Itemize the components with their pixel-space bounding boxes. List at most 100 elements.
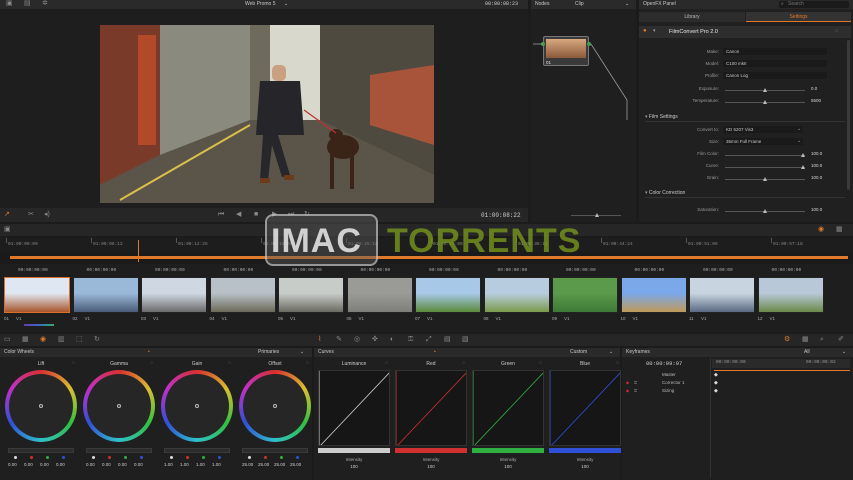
temperature-slider[interactable] — [725, 100, 805, 104]
go-first-icon[interactable]: ⏮ — [218, 211, 224, 219]
wheel-value[interactable]: 25.00 — [290, 462, 301, 467]
color-wheel-center[interactable] — [195, 404, 199, 408]
pen-icon[interactable]: ✐ — [838, 336, 844, 344]
kf-track-name[interactable]: Master — [662, 372, 676, 377]
tracker-icon[interactable]: ✜ — [372, 336, 378, 344]
curve-reset-icon[interactable]: ◌ — [616, 360, 619, 366]
camera-raw-icon[interactable]: ▭ — [4, 336, 11, 344]
wheel-value[interactable]: 0.00 — [134, 462, 143, 467]
saturation-slider[interactable] — [725, 209, 805, 213]
timeline-view-icon[interactable]: ▦ — [836, 226, 843, 234]
scissor-icon[interactable]: ✂ — [28, 211, 34, 219]
wheel-value[interactable]: 0.00 — [102, 462, 111, 467]
play-reverse-icon[interactable]: ◀ — [236, 211, 241, 219]
curve-graph[interactable] — [549, 370, 621, 446]
curve-intensity-value[interactable]: 100 — [471, 464, 545, 469]
film-color-value[interactable]: 100.0 — [811, 151, 822, 156]
clip-thumbnail[interactable] — [689, 277, 755, 313]
size-select[interactable]: 35mm Full Frame — [723, 138, 803, 145]
color-wheels-icon[interactable]: ◉ — [40, 336, 46, 344]
key-icon[interactable]: ⚿ — [408, 336, 413, 344]
curves-mode-chevron-icon[interactable]: ⌄ — [609, 348, 613, 357]
playhead[interactable] — [138, 240, 139, 262]
wheel-value[interactable]: 0.00 — [40, 462, 49, 467]
plugin-reset-icon[interactable]: ◌ — [835, 28, 838, 34]
convert-to-select[interactable]: KD 5207 Vis3 — [723, 126, 803, 133]
keyframes-filter[interactable]: All — [804, 348, 810, 357]
curves-icon[interactable]: ⌇ — [318, 336, 321, 344]
wheel-reset-icon[interactable]: ◌ — [150, 360, 153, 366]
kf-track-bullet-icon[interactable]: ◆ — [626, 388, 629, 393]
wheel-master-slider[interactable] — [8, 448, 74, 453]
curve-reset-icon[interactable]: ◌ — [385, 360, 388, 366]
curve-intensity-bar[interactable] — [472, 448, 544, 453]
wheel-value[interactable]: 0.00 — [8, 462, 17, 467]
sizing-icon[interactable]: ⤢ — [426, 336, 432, 344]
wheel-value[interactable]: 1.00 — [196, 462, 205, 467]
nodes-mode[interactable]: Clip — [575, 0, 584, 9]
keyframes-ruler[interactable]: 00:00:00:00 00:00:09:02 — [712, 359, 850, 368]
saturation-value[interactable]: 100.0 — [811, 207, 822, 212]
rgb-mixer-icon[interactable]: ▥ — [58, 336, 65, 344]
wheel-value[interactable]: 0.00 — [24, 462, 33, 467]
kf-marker-icon[interactable]: ◆ — [714, 388, 718, 394]
clip-thumbnail[interactable] — [415, 277, 481, 313]
curve-slider[interactable] — [725, 165, 805, 169]
wheel-master-slider[interactable] — [164, 448, 230, 453]
kf-track-lock-icon[interactable]: ⚿ — [634, 388, 637, 393]
color-wheel-center[interactable] — [39, 404, 43, 408]
openfx-tab-library[interactable]: Library — [639, 12, 745, 22]
color-correction-section[interactable]: ▾ Color Correction — [645, 190, 845, 198]
wheel-reset-icon[interactable]: ◌ — [228, 360, 231, 366]
viewer-wand-icon[interactable]: ✲ — [42, 0, 48, 8]
curve-value[interactable]: 100.0 — [811, 163, 822, 168]
wheel-value[interactable]: 1.00 — [164, 462, 173, 467]
grain-value[interactable]: 100.0 — [811, 175, 822, 180]
model-field[interactable]: C100 mkII — [723, 60, 827, 67]
curve-graph[interactable] — [318, 370, 390, 446]
exposure-value[interactable]: 0.0 — [811, 86, 817, 91]
clip-thumbnail[interactable] — [72, 277, 139, 313]
curve-intensity-value[interactable]: 100 — [317, 464, 391, 469]
kf-track-name[interactable]: Sizing — [662, 388, 674, 393]
clip-thumbnail[interactable] — [278, 277, 344, 313]
profile-field[interactable]: Canon Log — [723, 72, 827, 79]
wheel-value[interactable]: 25.00 — [274, 462, 285, 467]
convert-to-chevron-icon[interactable]: ⌄ — [797, 126, 801, 132]
plugin-expand-icon[interactable]: ▾ — [653, 28, 656, 34]
kf-track-name[interactable]: Corrector 1 — [662, 380, 685, 385]
kf-marker-icon[interactable]: ◆ — [714, 380, 718, 386]
curve-intensity-bar[interactable] — [318, 448, 390, 453]
plugin-header[interactable]: ● ▾ FilmConvert Pro 2.0 ◌ — [639, 26, 851, 38]
exposure-slider[interactable] — [725, 88, 805, 92]
clip-thumbnail[interactable] — [346, 277, 413, 313]
film-color-slider[interactable] — [725, 153, 805, 157]
blur-icon[interactable]: ◐ — [390, 336, 394, 344]
wheel-value[interactable]: 25.00 — [258, 462, 269, 467]
color-wheels-mode-chevron-icon[interactable]: ⌄ — [300, 348, 304, 357]
clip-thumbnail[interactable] — [552, 277, 618, 313]
zoom-icon[interactable]: ⌕ — [820, 336, 824, 344]
qualifier-icon[interactable]: ✎ — [336, 336, 342, 344]
clip-thumbnail[interactable] — [209, 277, 276, 313]
curve-graph[interactable] — [395, 370, 467, 446]
wheel-master-slider[interactable] — [86, 448, 152, 453]
motion-icon[interactable]: ⬚ — [76, 336, 83, 344]
size-chevron-icon[interactable]: ⌄ — [797, 138, 801, 144]
timeline-color-icon[interactable]: ◉ — [818, 226, 824, 234]
wheel-value[interactable]: 1.00 — [180, 462, 189, 467]
color-match-icon[interactable]: ▦ — [22, 336, 29, 344]
wheel-reset-icon[interactable]: ◌ — [306, 360, 309, 366]
plugin-toggle-icon[interactable]: ● — [643, 28, 647, 34]
timeline-options-icon[interactable]: ▣ — [4, 226, 11, 234]
keyframes-filter-chevron-icon[interactable]: ⌄ — [842, 348, 846, 357]
film-settings-section[interactable]: ▾ Film Settings — [645, 114, 845, 122]
wheel-reset-icon[interactable]: ◌ — [72, 360, 75, 366]
scopes-icon[interactable]: ▧ — [462, 336, 469, 344]
openfx-search[interactable]: ⌕ Search — [779, 1, 849, 8]
kf-marker-icon[interactable]: ◆ — [714, 372, 718, 378]
curve-intensity-bar[interactable] — [395, 448, 467, 453]
clip-thumbnail[interactable] — [620, 277, 687, 313]
make-field[interactable]: Canon — [723, 48, 827, 55]
curves-mode[interactable]: Custom — [570, 348, 587, 357]
